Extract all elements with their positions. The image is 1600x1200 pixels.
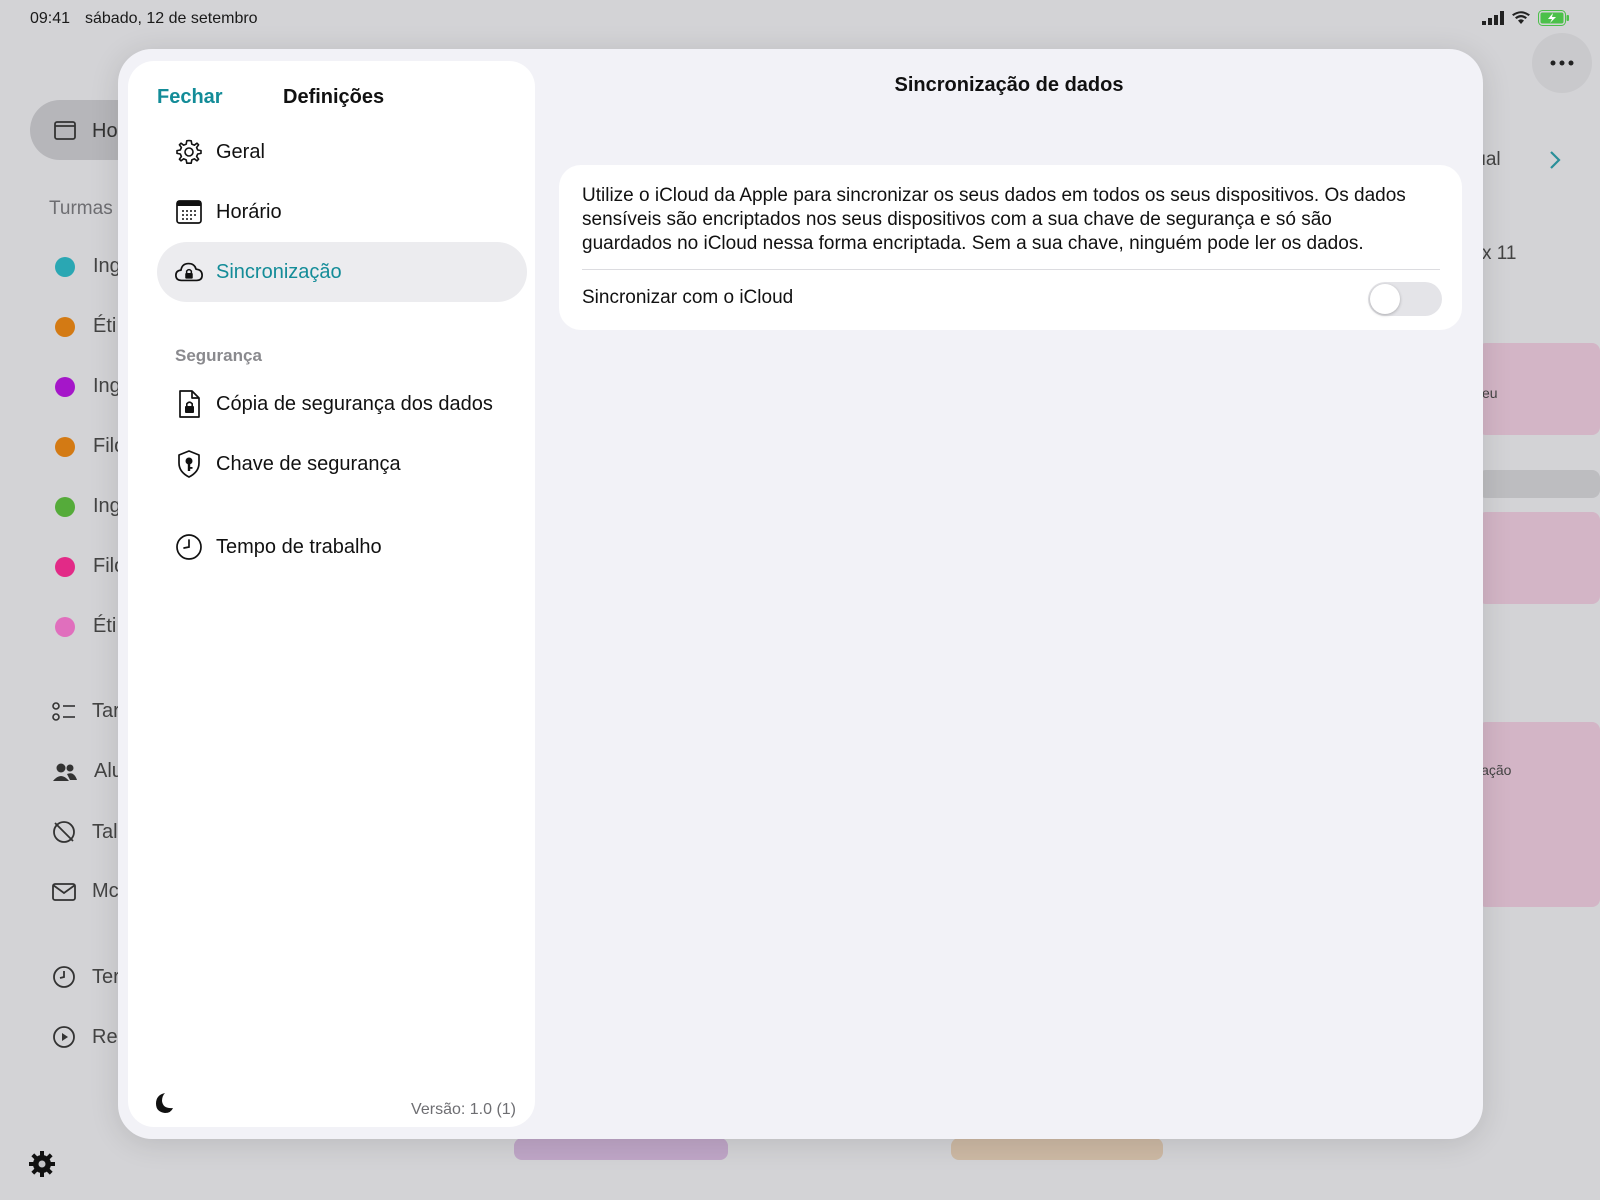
bg-class-item[interactable]: Ing	[55, 255, 121, 278]
bg-lesson-block[interactable]	[1478, 722, 1600, 907]
bg-class-item[interactable]: Ing	[55, 375, 121, 398]
class-color-dot	[55, 556, 75, 577]
status-date: sábado, 12 de setembro	[85, 10, 258, 27]
sidebar-item-schedule[interactable]: Horário	[157, 182, 527, 242]
icloud-sync-label: Sincronizar com o iCloud	[582, 287, 794, 308]
no-clock-icon	[53, 821, 75, 843]
bg-class-item[interactable]: Ing	[55, 495, 121, 518]
dark-mode-toggle[interactable]	[152, 1091, 174, 1120]
sidebar-item-general[interactable]: Geral	[157, 122, 527, 182]
sidebar-item-label: Sincronização	[216, 260, 342, 283]
sidebar-item-label: Horário	[216, 200, 282, 223]
class-color-dot	[55, 616, 75, 637]
bg-nav-label: Mc	[92, 880, 119, 902]
gear-icon	[174, 137, 204, 167]
sidebar-item-label: Tempo de trabalho	[216, 535, 382, 558]
bg-day-header: x 11	[1482, 243, 1517, 264]
bg-class-label: Ing	[93, 255, 121, 277]
bg-nav-label: Ter	[92, 965, 120, 988]
calendar-icon	[54, 121, 76, 140]
settings-sidebar: Fechar Definições Geral Horário Sincroni…	[128, 61, 535, 1127]
bg-class-label: Ing	[93, 375, 121, 397]
version-label: Versão: 1.0 (1)	[411, 1101, 516, 1118]
sidebar-item-backup[interactable]: Cópia de segurança dos dados	[157, 374, 527, 434]
card-divider	[582, 269, 1440, 270]
bg-nav-label: Tar	[92, 700, 120, 722]
bg-class-label: Éti	[93, 615, 117, 637]
close-button[interactable]: Fechar	[157, 86, 223, 109]
bg-block-label: eu	[1482, 385, 1498, 401]
bg-nav-label: Re	[92, 1025, 118, 1048]
security-section-header: Segurança	[175, 346, 262, 365]
bg-nav-item[interactable]: Tal	[52, 820, 118, 844]
bg-nav-label: Tal	[92, 820, 118, 843]
clock-icon	[174, 532, 204, 562]
wifi-icon	[1512, 11, 1530, 24]
bg-break-bar	[1478, 470, 1600, 498]
bg-class-item[interactable]: Filo	[55, 555, 125, 578]
chevron-right-icon[interactable]	[1548, 150, 1562, 170]
shield-key-icon	[174, 449, 204, 479]
bg-nav-item[interactable]: Tar	[52, 700, 120, 723]
status-time: 09:41	[30, 10, 71, 27]
settings-gear-icon[interactable]	[28, 1150, 56, 1178]
class-color-dot	[55, 496, 75, 517]
people-icon	[53, 763, 77, 781]
bg-lesson-block[interactable]	[1478, 512, 1600, 604]
icloud-sync-toggle[interactable]	[1368, 282, 1442, 316]
sync-card: Utilize o iCloud da Apple para sincroniz…	[559, 165, 1462, 330]
more-options-button[interactable]	[1532, 33, 1592, 93]
class-color-dot	[55, 316, 75, 337]
bg-home-label: Ho	[92, 120, 118, 142]
sidebar-item-label: Chave de segurança	[216, 452, 401, 475]
sidebar-title: Definições	[283, 86, 385, 108]
bg-class-item[interactable]: Éti	[55, 315, 116, 338]
bg-nav-item[interactable]: Ter	[52, 965, 120, 989]
moon-icon	[156, 1093, 173, 1113]
bg-lesson-block[interactable]	[951, 1138, 1163, 1160]
bg-class-item[interactable]: Éti	[55, 615, 116, 638]
sidebar-item-sync[interactable]: Sincronização	[157, 242, 527, 302]
class-color-dot	[55, 376, 75, 397]
class-color-dot	[55, 256, 75, 277]
settings-modal: Fechar Definições Geral Horário Sincroni…	[118, 49, 1483, 1139]
class-color-dot	[55, 436, 75, 457]
sidebar-item-label: Geral	[216, 140, 265, 163]
bg-classes-header: Turmas	[49, 198, 113, 219]
ellipsis-icon	[1550, 60, 1574, 66]
bg-nav-item[interactable]: Alu	[52, 760, 123, 783]
document-lock-icon	[174, 389, 204, 419]
status-bar: 09:41 sábado, 12 de setembro	[0, 0, 1600, 40]
signal-icon	[1482, 11, 1504, 25]
status-icons	[1482, 10, 1570, 26]
battery-icon	[1538, 10, 1569, 26]
bg-class-label: Ing	[93, 495, 121, 517]
bg-class-item[interactable]: Filo	[55, 435, 125, 458]
sidebar-item-work-time[interactable]: Tempo de trabalho	[157, 517, 527, 577]
bg-class-label: Éti	[93, 315, 117, 337]
bg-block-label: iação	[1478, 762, 1512, 778]
cloud-lock-icon	[174, 257, 204, 287]
envelope-icon	[52, 882, 76, 901]
toggle-knob	[1370, 284, 1400, 314]
sidebar-item-security-key[interactable]: Chave de segurança	[157, 434, 527, 494]
bg-nav-item[interactable]: Re	[52, 1025, 118, 1049]
clock-icon	[53, 966, 75, 988]
bg-nav-item[interactable]: Mc	[52, 880, 119, 903]
sidebar-item-label: Cópia de segurança dos dados	[216, 392, 493, 415]
sync-description: Utilize o iCloud da Apple para sincroniz…	[582, 185, 1406, 254]
play-circle-icon	[53, 1026, 75, 1048]
calendar-grid-icon	[174, 197, 204, 227]
bg-lesson-block[interactable]	[514, 1138, 728, 1160]
detail-title: Sincronização de dados	[894, 74, 1124, 96]
checklist-icon	[52, 701, 75, 721]
